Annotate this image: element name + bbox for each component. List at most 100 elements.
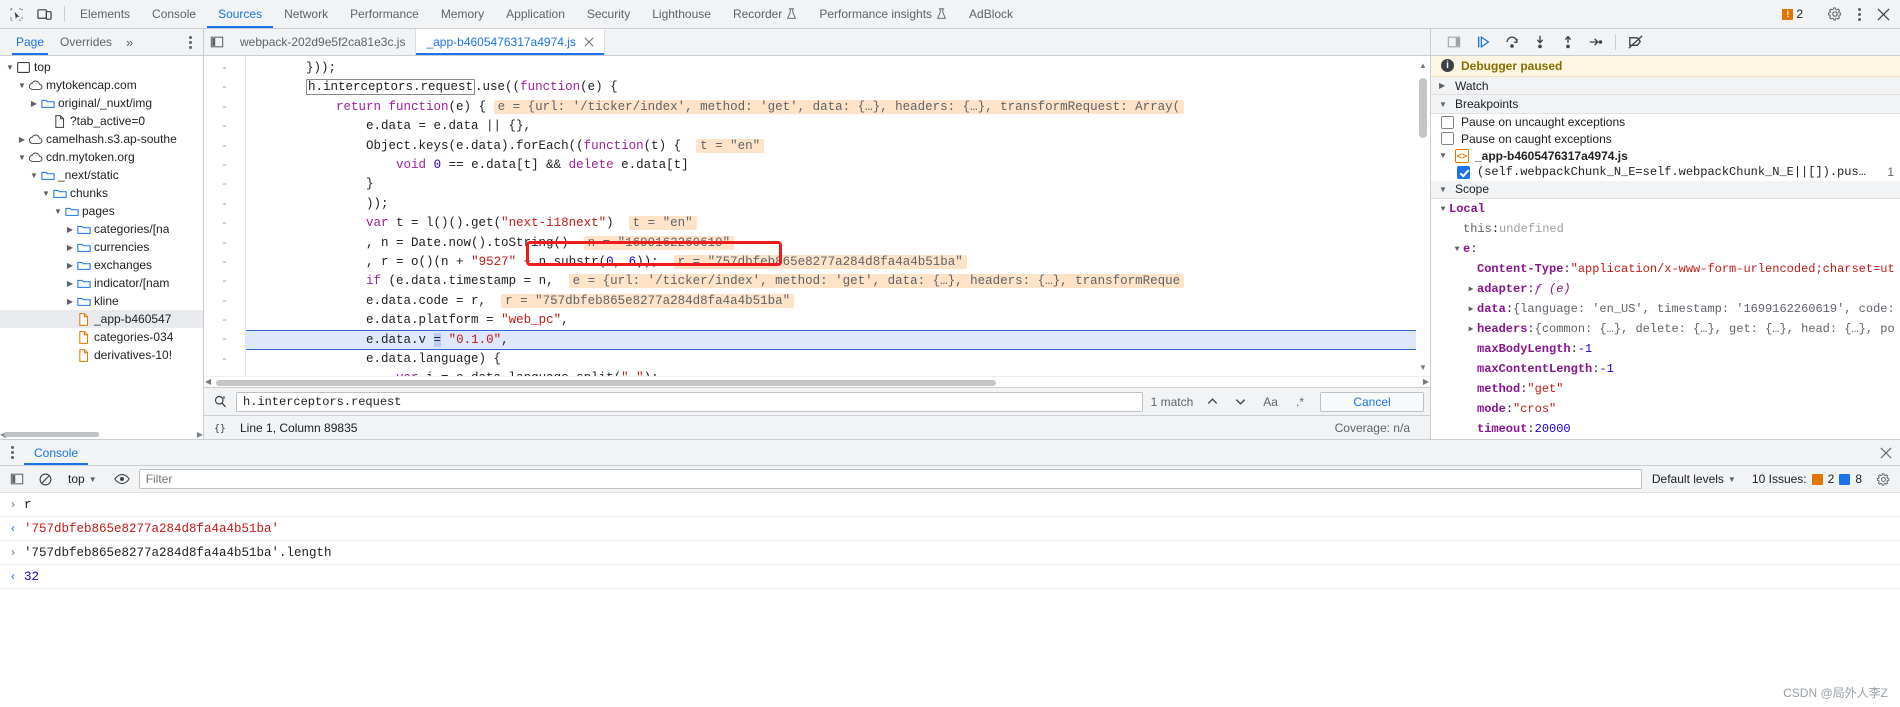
gutter-marker[interactable]: - (204, 253, 245, 272)
gutter-marker[interactable]: - (204, 330, 245, 349)
inspect-element-icon[interactable] (6, 4, 26, 24)
gutter-marker[interactable]: - (204, 234, 245, 253)
scope-row[interactable]: maxBodyLength: -1 (1431, 339, 1900, 359)
regex-toggle[interactable]: .* (1290, 392, 1310, 412)
more-options-icon[interactable] (1850, 3, 1868, 25)
scroll-right-arrow-icon[interactable]: ▶ (197, 430, 203, 439)
tree-item[interactable]: ▼ mytokencap.com (0, 76, 203, 94)
close-drawer-icon[interactable] (1872, 440, 1900, 465)
chevron-down-icon[interactable]: ▼ (52, 207, 64, 216)
breakpoint-file-row[interactable]: ▼ <> _app-b4605476317a4974.js (1431, 147, 1900, 164)
tab-console[interactable]: Console (141, 0, 207, 28)
tab-network[interactable]: Network (273, 0, 339, 28)
gutter-marker[interactable]: - (204, 78, 245, 97)
cancel-search-button[interactable]: Cancel (1320, 391, 1424, 412)
tree-item[interactable]: ▶ camelhash.s3.ap-southe (0, 130, 203, 148)
tree-item[interactable]: derivatives-10! (0, 346, 203, 364)
tree-item[interactable]: ▼ chunks (0, 184, 203, 202)
code-line[interactable]: return function(e) { e = {url: '/ticker/… (246, 98, 1430, 117)
pause-uncaught-exceptions-row[interactable]: Pause on uncaught exceptions (1431, 114, 1900, 131)
code-line[interactable]: , n = Date.now().toString() n = "1699162… (246, 234, 1430, 253)
tree-item[interactable]: ▶ currencies (0, 238, 203, 256)
chevron-down-icon[interactable]: ▼ (1451, 245, 1463, 254)
scrollbar-thumb[interactable] (216, 380, 996, 386)
scroll-left-arrow-icon[interactable]: ◀ (205, 377, 211, 386)
code-line[interactable]: e.data.platform = "web_pc", (246, 311, 1430, 330)
gutter-marker[interactable]: - (204, 195, 245, 214)
pause-caught-exceptions-row[interactable]: Pause on caught exceptions (1431, 130, 1900, 147)
close-devtools-icon[interactable] (1872, 3, 1894, 25)
close-tab-icon[interactable] (584, 37, 594, 47)
chevron-down-icon[interactable]: ▼ (1437, 205, 1449, 214)
nav-tab-overrides[interactable]: Overrides (52, 29, 120, 55)
resume-script-execution-icon[interactable] (1471, 31, 1497, 53)
gutter-marker[interactable]: - (204, 117, 245, 136)
console-input-row[interactable]: › r (0, 493, 1900, 517)
tree-item[interactable]: ▶ indicator/[nam (0, 274, 203, 292)
scope-row[interactable]: maxContentLength: -1 (1431, 359, 1900, 379)
gutter-marker[interactable]: - (204, 311, 245, 330)
console-output[interactable]: › r ‹ '757dbfeb865e8277a284d8fa4a4b51ba' › '7… (0, 493, 1900, 707)
chevron-down-icon[interactable]: ▼ (40, 189, 52, 198)
scope-section-header[interactable]: ▼ Scope (1431, 180, 1900, 200)
step-icon[interactable] (1583, 31, 1609, 53)
code-line[interactable]: })); (246, 59, 1430, 78)
code-line[interactable]: e.data = e.data || {}, (246, 117, 1430, 136)
code-line[interactable]: e.data.code = r, r = "757dbfeb865e8277a2… (246, 292, 1430, 311)
deactivate-breakpoints-icon[interactable] (1622, 31, 1648, 53)
chevron-right-icon[interactable]: ▶ (1465, 324, 1477, 334)
scrollbar-thumb[interactable] (4, 432, 99, 437)
scope-row[interactable]: timeout: 20000 (1431, 419, 1900, 439)
code-line[interactable]: } (246, 175, 1430, 194)
tab-adblock[interactable]: AdBlock (958, 0, 1024, 28)
collapse-debugger-sidebar-icon[interactable] (1439, 35, 1469, 49)
scope-row[interactable]: this: undefined (1431, 219, 1900, 239)
scroll-up-arrow-icon[interactable]: ▲ (1416, 58, 1430, 72)
gutter-marker[interactable]: - (204, 272, 245, 291)
code-line[interactable]: var i = e.data.language.split("_"); (246, 369, 1430, 376)
gutter-marker[interactable]: - (204, 369, 245, 376)
scroll-right-arrow-icon[interactable]: ▶ (1423, 377, 1429, 386)
source-code[interactable]: })); h.interceptors.request .use((functio… (246, 56, 1430, 376)
tree-item[interactable]: ▼ pages (0, 202, 203, 220)
scope-row[interactable]: ▼ Local (1431, 199, 1900, 219)
chevron-down-icon[interactable]: ▼ (16, 81, 28, 90)
pretty-print-icon[interactable]: {} (212, 419, 232, 437)
chevron-right-icon[interactable]: ▶ (64, 225, 76, 234)
warning-count-badge[interactable]: ! 2 (1778, 7, 1807, 21)
code-line[interactable]: var t = l()().get("next-i18next") t = "e… (246, 214, 1430, 233)
chevron-right-icon[interactable]: ▶ (1465, 304, 1477, 314)
code-line[interactable]: Object.keys(e.data).forEach((function(t)… (246, 137, 1430, 156)
scope-row[interactable]: mode: "cros" (1431, 399, 1900, 419)
scroll-down-arrow-icon[interactable]: ▼ (1416, 360, 1430, 374)
console-input-row[interactable]: › '757dbfeb865e8277a284d8fa4a4b51ba'.leng… (0, 541, 1900, 565)
line-number-gutter[interactable]: -------------------- (204, 56, 246, 376)
nav-more-tabs-icon[interactable]: » (120, 35, 139, 50)
live-expression-eye-icon[interactable] (111, 469, 133, 489)
scope-row[interactable]: method: "get" (1431, 379, 1900, 399)
tab-memory[interactable]: Memory (430, 0, 495, 28)
match-case-toggle[interactable]: Aa (1257, 392, 1284, 412)
nav-tab-page[interactable]: Page (8, 29, 52, 55)
breakpoints-section-header[interactable]: ▼ Breakpoints (1431, 95, 1900, 114)
tree-item[interactable]: ▶ kline (0, 292, 203, 310)
search-next-icon[interactable] (1229, 392, 1251, 412)
tree-item[interactable]: ▼ _next/static (0, 166, 203, 184)
step-over-icon[interactable] (1499, 31, 1525, 53)
execution-line[interactable]: e.data.v = "0.1.0", (246, 330, 1430, 350)
gutter-marker[interactable]: - (204, 214, 245, 233)
chevron-right-icon[interactable]: ▶ (64, 279, 76, 288)
tab-application[interactable]: Application (495, 0, 576, 28)
tree-item[interactable]: categories-034 (0, 328, 203, 346)
device-toolbar-icon[interactable] (34, 4, 54, 24)
chevron-down-icon[interactable]: ▼ (16, 153, 28, 162)
drawer-tab-console[interactable]: Console (24, 440, 89, 465)
tree-item[interactable]: ▼ cdn.mytoken.org (0, 148, 203, 166)
console-output-row[interactable]: ‹ 32 (0, 565, 1900, 589)
navigator-more-icon[interactable] (181, 31, 199, 53)
chevron-down-icon[interactable]: ▼ (4, 63, 16, 72)
execution-context-selector[interactable]: top ▼ (62, 469, 105, 489)
code-line[interactable]: if (e.data.timestamp = n, e = {url: '/ti… (246, 272, 1430, 291)
tab-security[interactable]: Security (576, 0, 641, 28)
scrollbar-thumb[interactable] (1419, 78, 1427, 138)
